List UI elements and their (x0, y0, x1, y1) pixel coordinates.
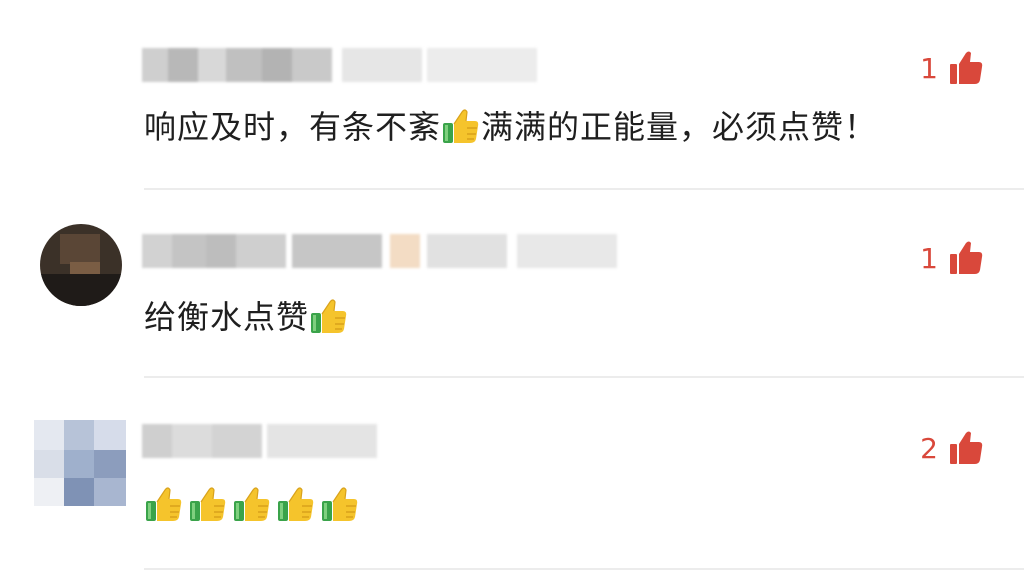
divider (144, 568, 1024, 570)
divider (144, 376, 1024, 378)
thumbs-up-icon (948, 50, 984, 86)
like-button[interactable]: 1 (920, 240, 984, 276)
avatar[interactable] (34, 420, 126, 506)
like-button[interactable]: 1 (920, 50, 984, 86)
username-blurred (142, 48, 542, 82)
comment-item: 1 响应及时，有条不紊 满满的正能量，必须点赞！ (0, 0, 1024, 190)
comment-text (144, 484, 360, 525)
thumbs-up-icon (948, 430, 984, 466)
thumbs-up-emoji-icon (276, 484, 316, 524)
thumbs-up-emoji-icon (232, 484, 272, 524)
like-count: 1 (920, 51, 938, 85)
comment-text-part: 响应及时，有条不紊 (144, 108, 442, 146)
like-count: 2 (920, 431, 938, 465)
comment-item: 1 给衡水点赞 (0, 190, 1024, 380)
like-button[interactable]: 2 (920, 430, 984, 466)
comment-item: 2 (0, 380, 1024, 572)
thumbs-up-emoji-icon (320, 484, 360, 524)
username-blurred (142, 234, 622, 268)
comment-text-part: 给衡水点赞 (144, 298, 310, 336)
avatar[interactable] (40, 224, 122, 306)
thumbs-up-emoji-icon (188, 484, 228, 524)
like-count: 1 (920, 241, 938, 275)
thumbs-up-emoji-icon (144, 484, 184, 524)
username-blurred (142, 424, 382, 458)
comment-text: 给衡水点赞 (144, 296, 349, 337)
comment-text: 响应及时，有条不紊 满满的正能量，必须点赞！ (144, 106, 877, 147)
thumbs-up-icon (948, 240, 984, 276)
comment-text-part: 满满的正能量，必须点赞！ (481, 108, 878, 146)
thumbs-up-emoji-icon (441, 106, 481, 146)
thumbs-up-emoji-icon (309, 296, 349, 336)
